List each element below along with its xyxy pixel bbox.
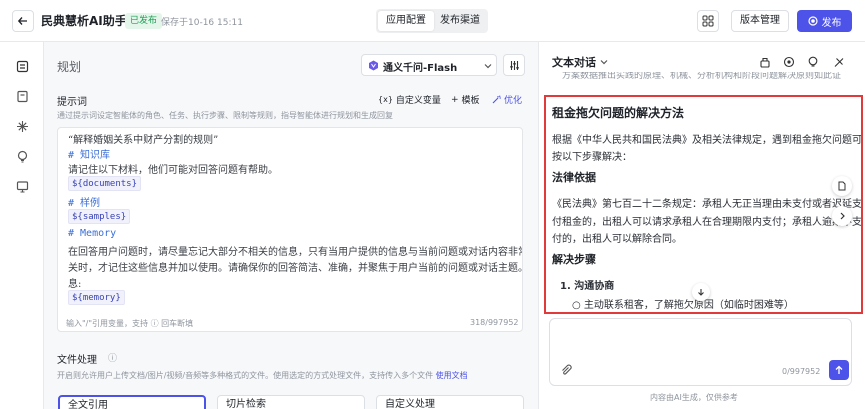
answer-paragraph: 根据《中华人民共和国民法典》及相关法律规定，遇到租金拖欠问题可 <box>552 135 862 146</box>
variable-chip-memory[interactable]: ${memory} <box>68 290 125 305</box>
magic-wand-icon <box>492 95 501 104</box>
prompt-heading-knowledge: # 知识库 <box>68 150 111 161</box>
scroll-bottom-button[interactable] <box>692 283 710 301</box>
left-rail <box>0 42 44 409</box>
assistant-answer: 租金拖欠问题的解决方法 根据《中华人民共和国民法典》及相关法律规定，遇到租金拖欠… <box>544 95 863 314</box>
plus-icon: + <box>451 94 459 105</box>
file-processing-desc-text: 开启则允许用户上传文档/图片/视频/音频等多种格式的文件。使用选定的方式处理文件… <box>57 371 434 380</box>
header-tabs: 应用配置 发布渠道 <box>376 9 488 33</box>
arrow-up-icon <box>835 365 843 374</box>
prompt-line: “解释婚姻关系中财产分割的规则” <box>68 135 219 146</box>
back-button[interactable] <box>12 10 34 32</box>
apps-grid-button[interactable] <box>697 10 719 32</box>
send-button[interactable] <box>829 360 849 380</box>
prompt-char-counter: 318/997952 <box>470 318 519 327</box>
chat-mode-select[interactable]: 文本对话 <box>552 54 608 70</box>
model-settings-button[interactable] <box>503 54 525 76</box>
prompt-line: 在回答用户问题时，请尽量忘记大部分不相关的信息，只有当用户提供的信息与当前问题或… <box>68 247 523 258</box>
previous-message-fragment: 方案数据推出实践的原理、机械、分析机构和阶段问题解决原则如此证 <box>562 72 842 81</box>
answer-substep: ○ 主动联系租客，了解拖欠原因（如临时困难等） <box>572 300 794 311</box>
answer-step: 1. 沟通协商 <box>560 281 615 292</box>
clear-history-icon[interactable] <box>758 55 772 69</box>
book-icon[interactable] <box>14 88 30 104</box>
document-icon[interactable] <box>14 58 30 74</box>
prompt-line: 请记住以下材料，他们可能对回答问题有帮助。 <box>68 165 278 176</box>
chevron-down-icon <box>484 64 492 69</box>
answer-paragraph: 付的，出租人可以解除合同。 <box>552 234 682 245</box>
custom-variable-button[interactable]: {x} 自定义变量 <box>378 93 441 106</box>
answer-subheading: 解决步骤 <box>552 253 596 266</box>
prompt-editor[interactable]: “解释婚姻关系中财产分割的规则” # 知识库 请记住以下材料，他们可能对回答问题… <box>57 127 523 332</box>
file-icon <box>838 181 846 191</box>
sliders-icon <box>509 60 520 71</box>
qwen-logo-icon <box>369 60 378 71</box>
template-label: 模板 <box>461 96 480 106</box>
attach-icon[interactable] <box>560 364 572 376</box>
version-manage-button[interactable]: 版本管理 <box>731 10 789 32</box>
prompt-line: 息: <box>68 279 82 290</box>
input-char-counter: 0/997952 <box>782 367 821 376</box>
template-button[interactable]: + 模板 <box>451 93 480 107</box>
variable-chip-samples[interactable]: ${samples} <box>68 209 131 224</box>
prompt-description: 通过提示词设定智能体的角色、任务、执行步骤、限制等规则，指导智能体进行规划和生成… <box>57 111 393 120</box>
arrow-left-icon <box>17 15 29 27</box>
saved-timestamp: 保存于10-16 15:11 <box>161 18 243 28</box>
option-full-reference[interactable]: 全文引用 <box>58 395 206 409</box>
expand-button[interactable] <box>832 206 852 226</box>
tab-publish-channel[interactable]: 发布渠道 <box>434 11 486 31</box>
chevron-right-icon <box>840 212 845 220</box>
mode-title: 规划 <box>57 60 82 74</box>
variable-chip-documents[interactable]: ${documents} <box>68 176 142 191</box>
answer-heading: 租金拖欠问题的解决方法 <box>552 106 685 120</box>
tab-app-config[interactable]: 应用配置 <box>378 11 434 31</box>
prompt-label: 提示词 <box>57 97 87 108</box>
answer-subheading: 法律依据 <box>552 171 596 184</box>
answer-paragraph: 《民法典》第七百二十二条规定：承租人无正当理由未支付或者迟延支 <box>552 199 862 210</box>
prompt-heading-memory: # Memory <box>68 228 117 239</box>
model-name: 通义千问-Flash <box>383 63 458 74</box>
answer-substep-text: 主动联系租客，了解拖欠原因（如临时困难等） <box>583 300 794 311</box>
ai-disclaimer: 内容由AI生成，仅供参考 <box>650 393 738 402</box>
option-slice-retrieval[interactable]: 切片检索 <box>217 395 365 409</box>
prompt-heading-samples: # 样例 <box>68 198 101 209</box>
arrow-down-icon <box>698 289 704 296</box>
bulb-icon[interactable] <box>806 55 820 69</box>
chat-title: 文本对话 <box>552 56 596 69</box>
settings-icon[interactable] <box>782 55 796 69</box>
file-processing-description: 开启则允许用户上传文档/图片/视频/音频等多种格式的文件。使用选定的方式处理文件… <box>57 370 468 381</box>
bulb-icon[interactable] <box>14 148 30 164</box>
prompt-footer-hint: 输入"/"引用变量，支持 ⓘ 回车断填 <box>66 319 194 328</box>
chevron-down-icon <box>600 59 608 65</box>
usage-doc-link[interactable]: 使用文档 <box>436 371 468 380</box>
info-icon: ⓘ <box>108 354 118 364</box>
doc-float-button[interactable] <box>832 176 852 196</box>
braces-icon: {x} <box>378 95 393 104</box>
monitor-icon[interactable] <box>14 178 30 194</box>
answer-paragraph: 付租金的，出租人可以请求承租人在合理期限内支付；承租人逾期不支 <box>552 217 862 228</box>
app-title: 民典慧析AI助手 <box>41 14 127 28</box>
debug-icon[interactable] <box>832 55 846 69</box>
status-badge: 已发布 <box>125 13 163 29</box>
optimize-button[interactable]: 优化 <box>492 93 522 106</box>
publish-button[interactable]: 发布 <box>797 10 852 32</box>
prompt-line: 关时，才记住这些信息并加以使用。请确保你的回答简洁、准确，并聚焦于用户当前的问题… <box>68 263 523 274</box>
optimize-label: 优化 <box>504 96 523 106</box>
puzzle-icon[interactable] <box>14 118 30 134</box>
answer-paragraph: 按以下步骤解决： <box>552 152 632 163</box>
publish-icon <box>807 16 818 26</box>
publish-label: 发布 <box>821 17 842 29</box>
custom-variable-label: 自定义变量 <box>395 96 441 106</box>
grid-icon <box>702 15 714 27</box>
file-processing-label: 文件处理 <box>57 355 97 366</box>
option-custom-processing[interactable]: 自定义处理 <box>376 395 524 409</box>
